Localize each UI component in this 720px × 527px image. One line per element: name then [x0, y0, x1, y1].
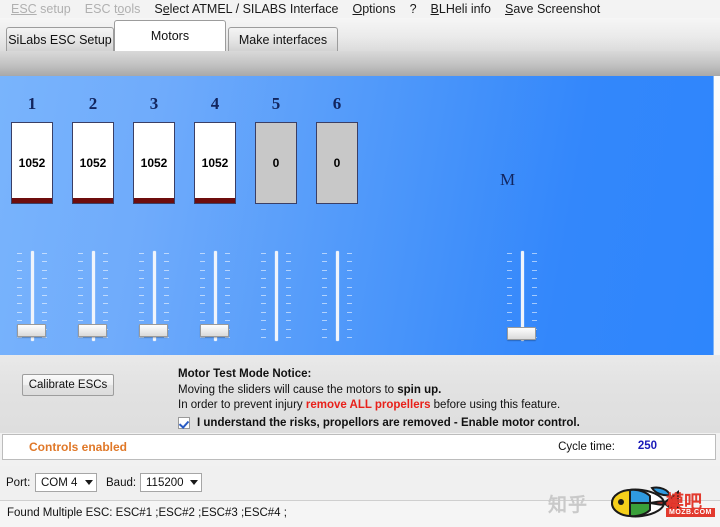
checkbox-label: I understand the risks, propellors are r… — [197, 416, 580, 429]
chevron-down-icon[interactable] — [186, 474, 201, 491]
cycle-time-value: 250 — [637, 440, 657, 452]
motor-column-3: 3 1052 — [132, 76, 176, 204]
notice-line1-pre: Moving the sliders will cause the motors… — [178, 383, 398, 396]
motor-slider-5[interactable] — [260, 251, 292, 341]
toolbar-band — [0, 51, 720, 76]
slider-thumb[interactable] — [507, 327, 536, 340]
tab-strip: SiLabs ESC Setup Motors Make interfaces — [0, 18, 720, 51]
log-text: Found Multiple ESC: ESC#1 ;ESC#2 ;ESC#3 … — [7, 507, 287, 519]
motor-column-4: 4 1052 — [193, 76, 237, 204]
checkbox-icon[interactable] — [178, 417, 190, 430]
motor-slider-2[interactable] — [77, 251, 109, 341]
menu-item-help[interactable]: ? — [403, 0, 424, 18]
enable-motor-control-row[interactable]: I understand the risks, propellors are r… — [178, 416, 698, 432]
motor-value: 1052 — [79, 156, 107, 170]
motor-value: 1052 — [18, 156, 46, 170]
motor-value-box-5: 0 — [255, 122, 297, 204]
notice-line2-pre: In order to prevent injury — [178, 399, 306, 411]
notice-area: Calibrate ESCs Motor Test Mode Notice: M… — [0, 355, 720, 433]
slider-thumb[interactable] — [78, 324, 107, 337]
motor-slider-6[interactable] — [321, 251, 353, 341]
motor-column-5: 5 0 — [254, 76, 298, 204]
calibrate-escs-button[interactable]: Calibrate ESCs — [22, 374, 114, 396]
menu-item-select-interface[interactable]: Select ATMEL / SILABS Interface — [147, 0, 345, 18]
notice-line1-bold: spin up. — [397, 383, 442, 396]
tab-silabs-esc-setup[interactable]: SiLabs ESC Setup — [6, 27, 114, 51]
master-slider[interactable] — [506, 251, 538, 341]
tab-motors[interactable]: Motors — [114, 20, 226, 51]
motor-value: 1052 — [140, 156, 168, 170]
motor-activity-bar — [195, 198, 235, 203]
motor-value-box-1: 1052 — [11, 122, 53, 204]
tab-make-interfaces[interactable]: Make interfaces — [228, 27, 338, 51]
status-strip: Controls enabled Cycle time: 250 — [2, 434, 716, 460]
motor-value-box-2: 1052 — [72, 122, 114, 204]
motor-value-box-6: 0 — [316, 122, 358, 204]
notice-line2-post: before using this feature. — [430, 399, 561, 411]
motor-number-label: 1 — [27, 94, 37, 113]
motor-value-box-4: 1052 — [194, 122, 236, 204]
menu-item-blheli-info[interactable]: BLHeli info — [424, 0, 498, 18]
notice-warning-text: remove ALL propellers — [305, 399, 431, 411]
motor-value: 0 — [272, 156, 280, 170]
motor-number-label: 6 — [332, 94, 342, 113]
menu-item-esc-tools[interactable]: ESC tools — [78, 0, 148, 18]
slider-ticks — [260, 253, 292, 339]
notice-line-1: Moving the sliders will cause the motors… — [178, 383, 698, 399]
notice-title: Motor Test Mode Notice: — [178, 368, 312, 380]
motor-number-label: 3 — [149, 94, 159, 113]
motor-number-label: 2 — [88, 94, 98, 113]
motor-number-label: 5 — [271, 94, 281, 113]
motor-value-box-3: 1052 — [133, 122, 175, 204]
menu-bar: ESC setup ESC tools Select ATMEL / SILAB… — [0, 0, 720, 18]
motor-slider-1[interactable] — [16, 251, 48, 341]
motor-slider-3[interactable] — [138, 251, 170, 341]
motor-column-2: 2 1052 — [71, 76, 115, 204]
port-select[interactable]: COM 4 — [35, 473, 97, 492]
motor-value: 0 — [333, 156, 341, 170]
motor-panel: 1 1052 2 1052 3 1052 4 1052 5 0 6 0 M — [0, 76, 714, 355]
tab-label: Make interfaces — [238, 32, 328, 47]
port-value: COM 4 — [41, 476, 78, 489]
cycle-time-label: Cycle time: — [558, 441, 615, 453]
baud-value: 115200 — [146, 476, 184, 489]
slider-thumb[interactable] — [139, 324, 168, 337]
motor-value: 1052 — [201, 156, 229, 170]
menu-item-options[interactable]: Options — [345, 0, 402, 18]
button-label: Calibrate ESCs — [28, 379, 108, 391]
motor-test-notice: Motor Test Mode Notice: Moving the slide… — [178, 367, 698, 431]
baud-label: Baud: — [106, 477, 137, 489]
port-bar: Port: COM 4 Baud: 115200 — [0, 466, 720, 500]
port-label: Port: — [6, 477, 31, 489]
motor-activity-bar — [134, 198, 174, 203]
master-motor-label: M — [500, 170, 516, 189]
motor-slider-4[interactable] — [199, 251, 231, 341]
blheli-suite-window: ESC setup ESC tools Select ATMEL / SILAB… — [0, 0, 720, 527]
baud-select[interactable]: 115200 — [140, 473, 202, 492]
notice-line-2: In order to prevent injury remove ALL pr… — [178, 398, 698, 414]
tab-label: SiLabs ESC Setup — [8, 32, 112, 47]
motor-column-1: 1 1052 — [10, 76, 54, 204]
controls-status-text: Controls enabled — [29, 440, 128, 454]
menu-item-esc-setup[interactable]: ESC setup — [4, 0, 78, 18]
motor-activity-bar — [12, 198, 52, 203]
motor-column-6: 6 0 — [315, 76, 359, 204]
slider-thumb[interactable] — [17, 324, 46, 337]
motor-activity-bar — [73, 198, 113, 203]
motor-number-label: 4 — [210, 94, 220, 113]
slider-ticks — [321, 253, 353, 339]
chevron-down-icon[interactable] — [81, 474, 96, 491]
log-bar: Found Multiple ESC: ESC#1 ;ESC#2 ;ESC#3 … — [0, 500, 720, 527]
menu-item-save-screenshot[interactable]: Save Screenshot — [498, 0, 607, 18]
tab-label: Motors — [150, 29, 190, 43]
slider-thumb[interactable] — [200, 324, 229, 337]
